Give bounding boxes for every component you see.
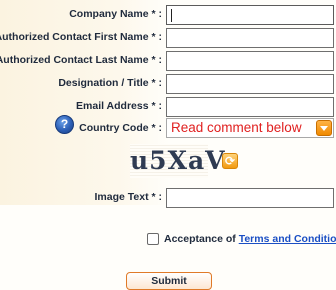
country-code-row: ? Country Code * : Read comment below	[0, 115, 336, 139]
email-label: Email Address * :	[76, 100, 162, 112]
text-caret	[171, 9, 172, 22]
company-name-input[interactable]	[166, 5, 334, 25]
designation-label: Designation / Title * :	[58, 77, 162, 89]
designation-row: Designation / Title * :	[0, 74, 336, 94]
acceptance-text: Acceptance of Terms and Condition	[164, 233, 336, 245]
last-name-input[interactable]	[166, 51, 334, 71]
acceptance-row: Acceptance of Terms and Condition	[147, 232, 336, 248]
country-code-label: Country Code * :	[79, 122, 162, 134]
image-text-row: Image Text * :	[0, 188, 336, 208]
company-name-row: Company Name * :	[0, 5, 336, 25]
email-input[interactable]	[166, 97, 334, 117]
terms-link[interactable]: Terms and Condition	[239, 233, 336, 245]
acceptance-checkbox[interactable]	[147, 233, 159, 245]
company-name-label: Company Name * :	[69, 8, 162, 20]
submit-button[interactable]: Submit	[126, 272, 212, 290]
chevron-down-icon[interactable]	[316, 120, 332, 136]
captcha-image: u5XaV	[130, 144, 225, 178]
country-code-value: Read comment below	[171, 120, 302, 135]
last-name-label: Authorized Contact Last Name * :	[0, 54, 162, 66]
country-code-select[interactable]: Read comment below	[166, 118, 334, 138]
designation-input[interactable]	[166, 74, 334, 94]
image-text-input[interactable]	[166, 188, 334, 208]
first-name-label: Authorized Contact First Name * :	[0, 31, 162, 43]
acceptance-prefix: Acceptance of	[164, 233, 236, 245]
first-name-input[interactable]	[166, 28, 334, 48]
image-text-label: Image Text * :	[94, 191, 163, 203]
email-row: Email Address * :	[0, 97, 336, 117]
help-icon[interactable]: ?	[55, 115, 74, 134]
last-name-row: Authorized Contact Last Name * :	[0, 51, 336, 71]
refresh-icon[interactable]: ⟳	[222, 153, 238, 169]
first-name-row: Authorized Contact First Name * :	[0, 28, 336, 48]
